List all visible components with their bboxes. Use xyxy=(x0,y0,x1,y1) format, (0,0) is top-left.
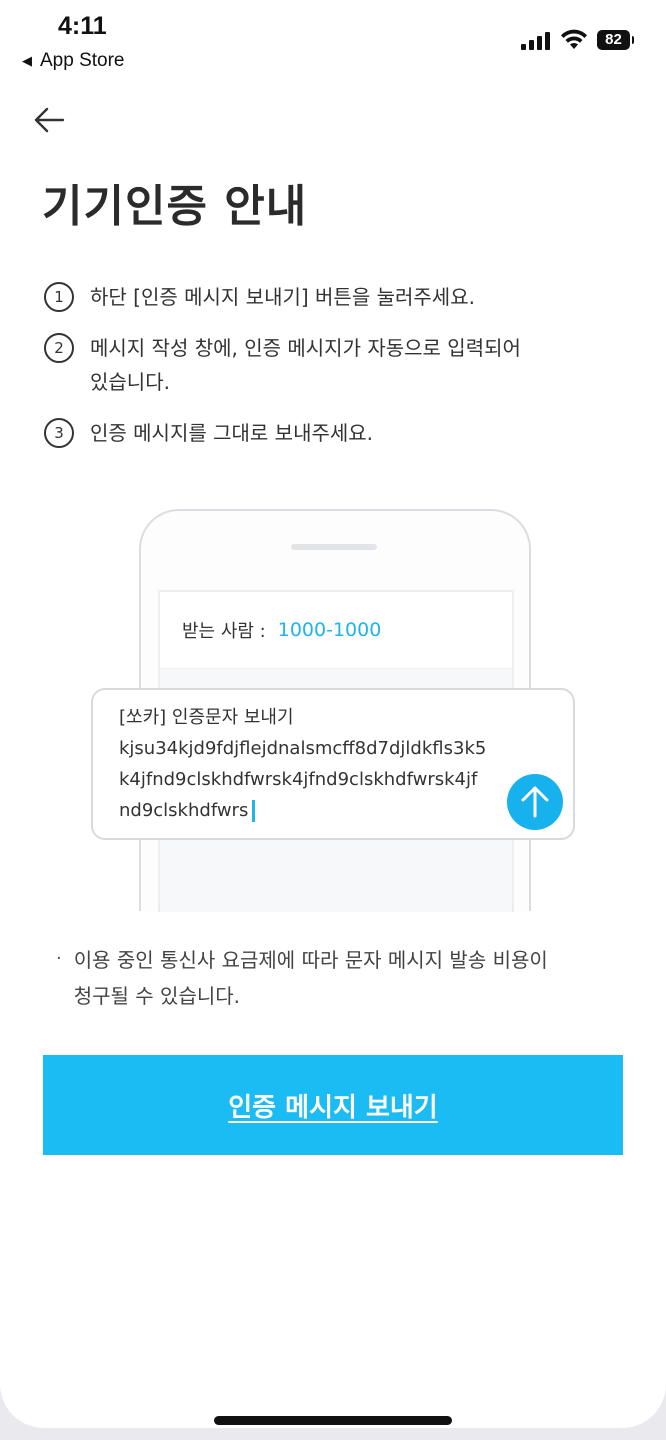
recipient-row: 받는 사람 : 1000-1000 xyxy=(160,592,512,669)
notice-text: 이용 중인 통신사 요금제에 따라 문자 메시지 발송 비용이 청구될 수 있습… xyxy=(74,942,548,1014)
arrow-up-icon xyxy=(521,786,549,818)
step-number: 1 xyxy=(44,282,74,312)
message-line: nd9clskhdfwrs xyxy=(119,800,249,821)
status-bar: 4:11 ◀ App Store 82 xyxy=(0,0,666,80)
status-time: 4:11 xyxy=(58,12,107,40)
home-indicator[interactable] xyxy=(214,1416,452,1425)
wifi-icon xyxy=(561,29,587,49)
step-text: 메시지 작성 창에, 인증 메시지가 자동으로 입력되어 있습니다. xyxy=(90,331,521,399)
recipient-label: 받는 사람 : xyxy=(182,621,266,642)
message-line: k4jfnd9clskhdfwrsk4jfnd9clskhdfwrsk4jf xyxy=(119,769,478,790)
step-number: 2 xyxy=(44,333,74,363)
step-text: 인증 메시지를 그대로 보내주세요. xyxy=(90,421,374,445)
back-app-label: App Store xyxy=(40,50,125,71)
back-arrow-icon[interactable] xyxy=(30,100,70,140)
message-line: kjsu34kjd9fdjflejdnalsmcff8d7djldkfls3k5 xyxy=(119,738,487,759)
bullet-icon: · xyxy=(56,948,62,969)
back-triangle-icon: ◀ xyxy=(22,53,32,68)
step-text: 하단 [인증 메시지 보내기] 버튼을 눌러주세요. xyxy=(90,285,475,309)
message-line: [쏘카] 인증문자 보내기 xyxy=(119,707,294,728)
step-text-line: 메시지 작성 창에, 인증 메시지가 자동으로 입력되어 xyxy=(90,336,521,360)
step-2: 2 메시지 작성 창에, 인증 메시지가 자동으로 입력되어 있습니다. xyxy=(44,331,624,399)
screen: 4:11 ◀ App Store 82 기기인증 안내 1 하단 [인증 메시지… xyxy=(0,0,666,1428)
back-to-app-store-link[interactable]: ◀ App Store xyxy=(22,50,125,72)
message-line-last: nd9clskhdfwrs xyxy=(119,795,499,826)
recipient-number: 1000-1000 xyxy=(277,619,382,641)
step-1: 1 하단 [인증 메시지 보내기] 버튼을 눌러주세요. xyxy=(44,280,624,314)
text-cursor xyxy=(252,800,256,822)
cta-label: 인증 메시지 보내기 xyxy=(228,1092,438,1123)
notice-line: 이용 중인 통신사 요금제에 따라 문자 메시지 발송 비용이 xyxy=(73,948,548,972)
step-text-line: 있습니다. xyxy=(90,370,170,394)
page-title: 기기인증 안내 xyxy=(42,181,308,232)
message-compose-illustration: [쏘카] 인증문자 보내기 kjsu34kjd9fdjflejdnalsmcff… xyxy=(91,688,575,840)
send-verification-message-button[interactable]: 인증 메시지 보내기 xyxy=(43,1055,623,1155)
instruction-steps: 1 하단 [인증 메시지 보내기] 버튼을 눌러주세요. 2 메시지 작성 창에… xyxy=(44,280,624,467)
phone-speaker xyxy=(291,544,377,550)
step-3: 3 인증 메시지를 그대로 보내주세요. xyxy=(44,416,624,450)
cost-notice: · 이용 중인 통신사 요금제에 따라 문자 메시지 발송 비용이 청구될 수 … xyxy=(56,942,636,1014)
send-arrow-button-illustration xyxy=(507,774,563,830)
notice-line: 청구될 수 있습니다. xyxy=(73,984,241,1008)
battery-icon: 82 xyxy=(597,30,634,50)
step-number: 3 xyxy=(44,418,74,448)
message-text: [쏘카] 인증문자 보내기 kjsu34kjd9fdjflejdnalsmcff… xyxy=(119,702,499,826)
cellular-signal-icon xyxy=(521,32,552,50)
